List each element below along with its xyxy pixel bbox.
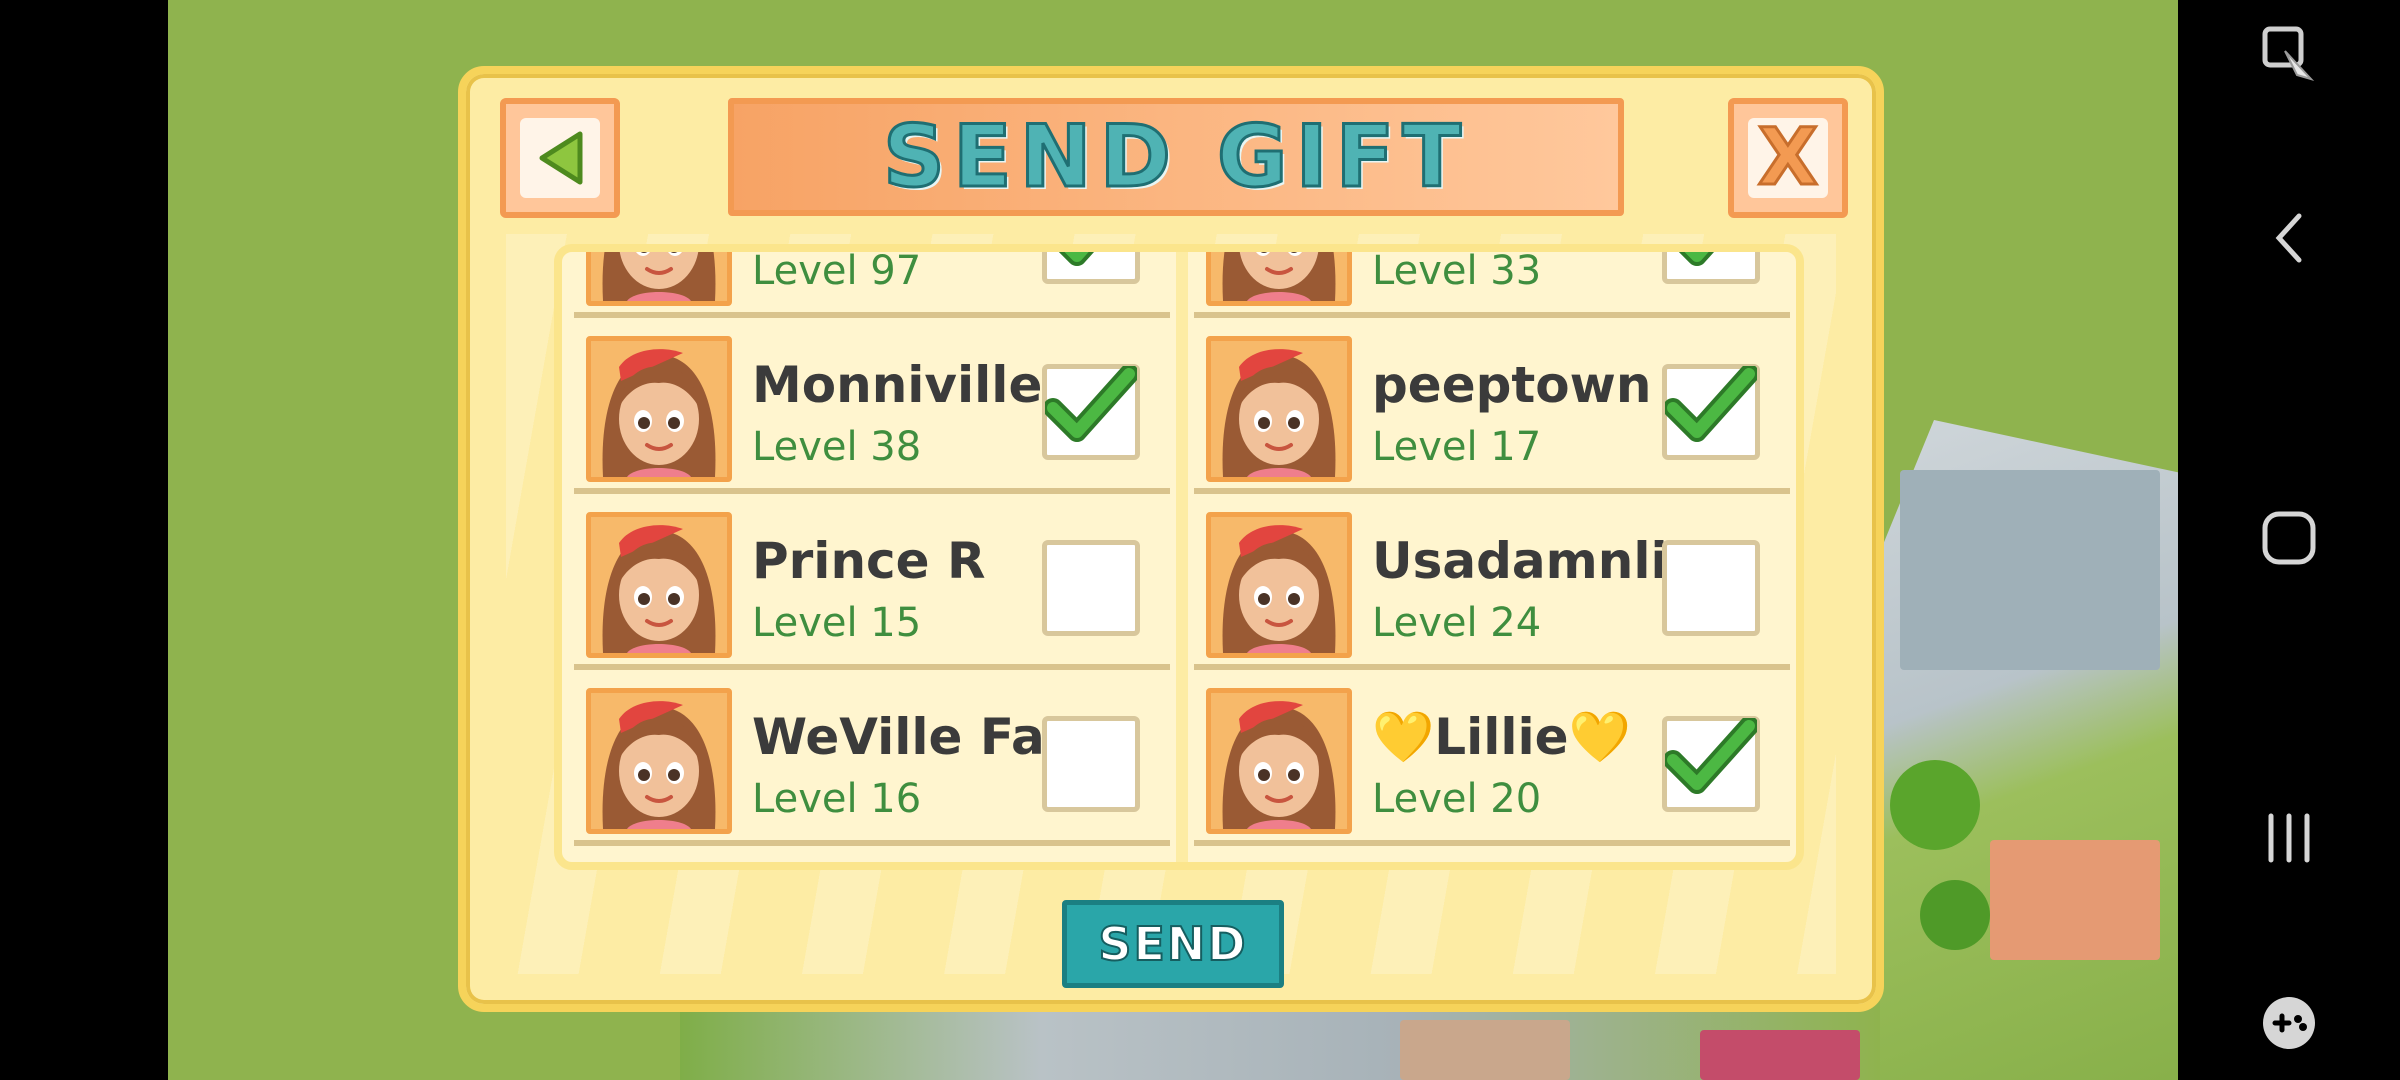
friend-row[interactable]: 💛Lillie💛 Level 20	[1194, 670, 1790, 846]
system-nav-bar	[2178, 0, 2400, 1080]
send-label: SEND	[1097, 916, 1248, 972]
friend-column-left: Level 97 Monniville Level 38 Prince R Level …	[562, 252, 1170, 862]
send-gift-dialog: SEND GIFT X Level 97 Monniville Level 38 Pr…	[458, 66, 1884, 1012]
friend-list[interactable]: Level 97 Monniville Level 38 Prince R Level …	[554, 244, 1804, 870]
friend-column-right: Level 33 peeptown Level 17 Usadamnlie Level …	[1182, 252, 1790, 862]
screenshot-edit-button[interactable]	[2178, 22, 2400, 92]
friend-avatar	[1206, 512, 1352, 658]
friend-level: Level 97	[752, 248, 922, 294]
friend-avatar	[586, 512, 732, 658]
gift-checkbox[interactable]	[1042, 540, 1140, 636]
friend-avatar	[586, 252, 732, 306]
back-button[interactable]	[500, 98, 620, 218]
checkmark-icon	[1045, 252, 1137, 276]
friend-avatar	[1206, 252, 1352, 306]
friend-name: 💛Lillie💛	[1372, 708, 1631, 766]
checkmark-icon	[1663, 364, 1759, 452]
back-nav-button[interactable]	[2178, 200, 2400, 280]
gift-checkbox[interactable]	[1662, 716, 1760, 812]
friend-row[interactable]: Prince R Level 15	[574, 494, 1170, 670]
close-button[interactable]: X	[1728, 98, 1848, 218]
building	[1990, 840, 2160, 960]
gift-checkbox[interactable]	[1662, 540, 1760, 636]
friend-level: Level 38	[752, 424, 922, 470]
friend-name: WeVille Falls	[752, 708, 1062, 766]
friend-level: Level 16	[752, 776, 922, 822]
close-icon: X	[1748, 113, 1828, 203]
gift-checkbox[interactable]	[1042, 716, 1140, 812]
title-banner: SEND GIFT	[728, 98, 1624, 216]
friend-name: peeptown	[1372, 356, 1652, 414]
friend-row[interactable]: Level 33	[1194, 248, 1790, 318]
game-controller-button[interactable]	[2178, 985, 2400, 1065]
checkmark-icon	[1663, 716, 1759, 804]
back-icon	[2269, 208, 2309, 272]
friend-row[interactable]: peeptown Level 17	[1194, 318, 1790, 494]
friend-name: Monniville	[752, 356, 1043, 414]
recents-nav-button[interactable]	[2178, 800, 2400, 880]
friend-name: Prince R	[752, 532, 986, 590]
home-nav-button[interactable]	[2178, 500, 2400, 580]
friend-avatar	[586, 688, 732, 834]
friend-row[interactable]: Level 97	[574, 248, 1170, 318]
screenshot-edit-icon	[2261, 25, 2317, 89]
game-controller-icon	[2257, 993, 2321, 1057]
send-button[interactable]: SEND	[1062, 900, 1284, 988]
friend-level: Level 15	[752, 600, 922, 646]
building	[1900, 470, 2160, 670]
friend-avatar	[1206, 688, 1352, 834]
recents-icon	[2259, 808, 2319, 872]
tree	[1890, 760, 1980, 850]
friend-level: Level 24	[1372, 600, 1542, 646]
friend-row[interactable]: Monniville Level 38	[574, 318, 1170, 494]
friend-row[interactable]: WeVille Falls Level 16	[574, 670, 1170, 846]
dialog-title: SEND GIFT	[882, 106, 1469, 209]
friend-avatar	[1206, 336, 1352, 482]
friend-level: Level 33	[1372, 248, 1542, 294]
gift-checkbox[interactable]	[1662, 252, 1760, 284]
gift-checkbox[interactable]	[1042, 364, 1140, 460]
building	[1400, 1020, 1570, 1080]
gift-checkbox[interactable]	[1662, 364, 1760, 460]
checkmark-icon	[1665, 252, 1757, 276]
tree	[1920, 880, 1990, 950]
gift-checkbox[interactable]	[1042, 252, 1140, 284]
back-arrow-icon	[520, 118, 600, 198]
friend-level: Level 20	[1372, 776, 1542, 822]
close-label: X	[1756, 113, 1819, 203]
friend-level: Level 17	[1372, 424, 1542, 470]
home-icon	[2259, 508, 2319, 572]
friend-name: Usadamnlie	[1372, 532, 1682, 590]
friend-row[interactable]: Usadamnlie Level 24	[1194, 494, 1790, 670]
building	[1700, 1030, 1860, 1080]
checkmark-icon	[1043, 364, 1139, 452]
friend-avatar	[586, 336, 732, 482]
